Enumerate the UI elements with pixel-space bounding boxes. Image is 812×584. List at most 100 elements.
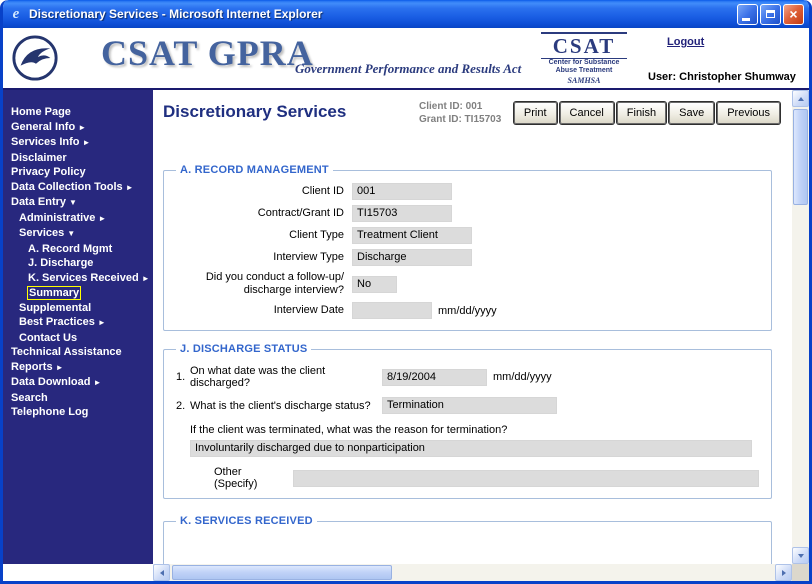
interview-type-field-label: Interview Type — [176, 251, 344, 264]
horizontal-scroll-thumb[interactable] — [172, 565, 392, 580]
title-bar[interactable]: e Discretionary Services - Microsoft Int… — [3, 0, 809, 28]
save-button[interactable]: Save — [669, 102, 714, 124]
sidebar-item-reports[interactable]: Reports► — [3, 360, 153, 376]
record-ids: Client ID: 001 Grant ID: TI15703 — [419, 100, 501, 126]
sidebar-item-data-collection-tools[interactable]: Data Collection Tools► — [3, 180, 153, 196]
sidebar-item-label: Data Download — [11, 376, 90, 388]
sidebar-item-supplemental[interactable]: Supplemental — [3, 301, 153, 316]
date-format-hint: mm/dd/yyyy — [438, 305, 497, 317]
question-row: 1. On what date was the client discharge… — [176, 365, 759, 389]
section-a-legend: A. RECORD MANAGEMENT — [176, 164, 333, 176]
minimize-button[interactable] — [737, 4, 758, 25]
action-buttons: Print Cancel Finish Save Previous — [511, 102, 780, 124]
hhs-logo — [11, 34, 59, 87]
sidebar-item-services-info[interactable]: Services Info► — [3, 135, 153, 151]
csat-logo-line2: Abuse Treatment — [541, 67, 627, 75]
other-specify-field[interactable] — [293, 470, 759, 487]
sidebar-item-record-mgmt[interactable]: A. Record Mgmt — [3, 242, 153, 257]
close-button[interactable] — [783, 4, 804, 25]
sidebar-item-home-page[interactable]: Home Page — [3, 105, 153, 120]
section-discharge-status: J. DISCHARGE STATUS 1. On what date was … — [163, 343, 772, 499]
chevron-down-icon: ▼ — [67, 229, 75, 238]
sidebar-frame-footer — [3, 564, 153, 581]
client-id-field[interactable]: 001 — [352, 183, 452, 200]
cancel-button[interactable]: Cancel — [560, 102, 614, 124]
sidebar-item-disclaimer[interactable]: Disclaimer — [3, 151, 153, 166]
sidebar-item-label: Services — [19, 227, 64, 239]
sidebar-item-label: Disclaimer — [11, 152, 67, 164]
client-type-field[interactable]: Treatment Client — [352, 227, 472, 244]
scroll-left-button[interactable] — [153, 564, 170, 581]
sidebar-item-administrative[interactable]: Administrative► — [3, 211, 153, 227]
logout-link[interactable]: Logout — [667, 36, 704, 48]
sidebar-item-contact-us[interactable]: Contact Us — [3, 331, 153, 346]
finish-button[interactable]: Finish — [617, 102, 666, 124]
field-row: Interview Date mm/dd/yyyy — [176, 302, 759, 319]
csat-logo-line1: Center for Substance — [541, 59, 627, 67]
discharge-date-field[interactable]: 8/19/2004 — [382, 369, 487, 386]
sidebar-item-label: Privacy Policy — [11, 166, 86, 178]
sidebar-item-discharge[interactable]: J. Discharge — [3, 256, 153, 271]
sidebar-item-label: Data Entry — [11, 196, 66, 208]
chevron-right-icon: ► — [98, 214, 106, 223]
client-id-field-label: Client ID — [176, 185, 344, 198]
page-header: Discretionary Services Client ID: 001 Gr… — [153, 90, 792, 160]
interview-date-field[interactable] — [352, 302, 432, 319]
termination-reason-field[interactable]: Involuntarily discharged due to nonparti… — [190, 440, 752, 457]
horizontal-scroll-track[interactable] — [170, 564, 775, 581]
interview-date-field-label: Interview Date — [176, 304, 344, 317]
section-services-received: K. SERVICES RECEIVED — [163, 515, 772, 564]
bottom-row — [3, 564, 809, 581]
window-title: Discretionary Services - Microsoft Inter… — [29, 7, 735, 21]
chevron-right-icon: ► — [82, 138, 90, 147]
sidebar-item-label: Best Practices — [19, 316, 95, 328]
chevron-right-icon: ► — [98, 318, 106, 327]
app-header: CSAT GPRA Government Performance and Res… — [3, 28, 809, 90]
print-button[interactable]: Print — [514, 102, 557, 124]
brand-title: CSAT GPRA — [101, 32, 314, 74]
horizontal-scrollbar[interactable] — [153, 564, 792, 581]
sidebar-item-data-download[interactable]: Data Download► — [3, 375, 153, 391]
sidebar-item-label: Contact Us — [19, 332, 77, 344]
arrow-up-icon — [798, 97, 804, 101]
discharge-status-field[interactable]: Termination — [382, 397, 557, 414]
sidebar-item-privacy-policy[interactable]: Privacy Policy — [3, 165, 153, 180]
previous-button[interactable]: Previous — [717, 102, 780, 124]
sidebar-item-technical-assistance[interactable]: Technical Assistance — [3, 345, 153, 360]
contract-grant-id-field[interactable]: TI15703 — [352, 205, 452, 222]
sidebar-item-label: Administrative — [19, 212, 95, 224]
discharge-status-question: What is the client's discharge status? — [190, 400, 382, 412]
sidebar-item-telephone-log[interactable]: Telephone Log — [3, 405, 153, 420]
chevron-right-icon: ► — [126, 183, 134, 192]
scroll-up-button[interactable] — [792, 90, 809, 107]
interview-type-field[interactable]: Discharge — [352, 249, 472, 266]
minimize-icon — [742, 18, 750, 21]
followup-interview-field[interactable]: No — [352, 276, 397, 293]
sidebar-item-label: Home Page — [11, 106, 71, 118]
browser-window: e Discretionary Services - Microsoft Int… — [0, 0, 812, 584]
date-format-hint: mm/dd/yyyy — [493, 371, 552, 383]
vertical-scroll-thumb[interactable] — [793, 109, 808, 205]
arrow-left-icon — [160, 570, 164, 576]
sidebar-item-label: Technical Assistance — [11, 346, 122, 358]
field-row: Contract/Grant ID TI15703 — [176, 205, 759, 222]
sidebar-item-general-info[interactable]: General Info► — [3, 120, 153, 136]
sidebar-item-label: Services Info — [11, 136, 79, 148]
window-controls — [735, 4, 804, 25]
sidebar-item-services[interactable]: Services▼ — [3, 226, 153, 242]
sidebar-item-data-entry[interactable]: Data Entry▼ — [3, 195, 153, 211]
sidebar-item-label: Telephone Log — [11, 406, 88, 418]
question-row: 2. What is the client's discharge status… — [176, 397, 759, 414]
vertical-scroll-track[interactable] — [792, 107, 809, 547]
field-row: Interview Type Discharge — [176, 249, 759, 266]
arrow-down-icon — [798, 554, 804, 558]
sidebar-item-services-received[interactable]: K. Services Received► — [3, 271, 153, 287]
maximize-button[interactable] — [760, 4, 781, 25]
sidebar-item-best-practices[interactable]: Best Practices► — [3, 315, 153, 331]
user-label: User: Christopher Shumway — [648, 71, 796, 83]
scroll-down-button[interactable] — [792, 547, 809, 564]
vertical-scrollbar[interactable] — [792, 90, 809, 564]
sidebar-item-search[interactable]: Search — [3, 391, 153, 406]
sidebar-item-summary[interactable]: Summary — [3, 286, 153, 301]
scroll-right-button[interactable] — [775, 564, 792, 581]
